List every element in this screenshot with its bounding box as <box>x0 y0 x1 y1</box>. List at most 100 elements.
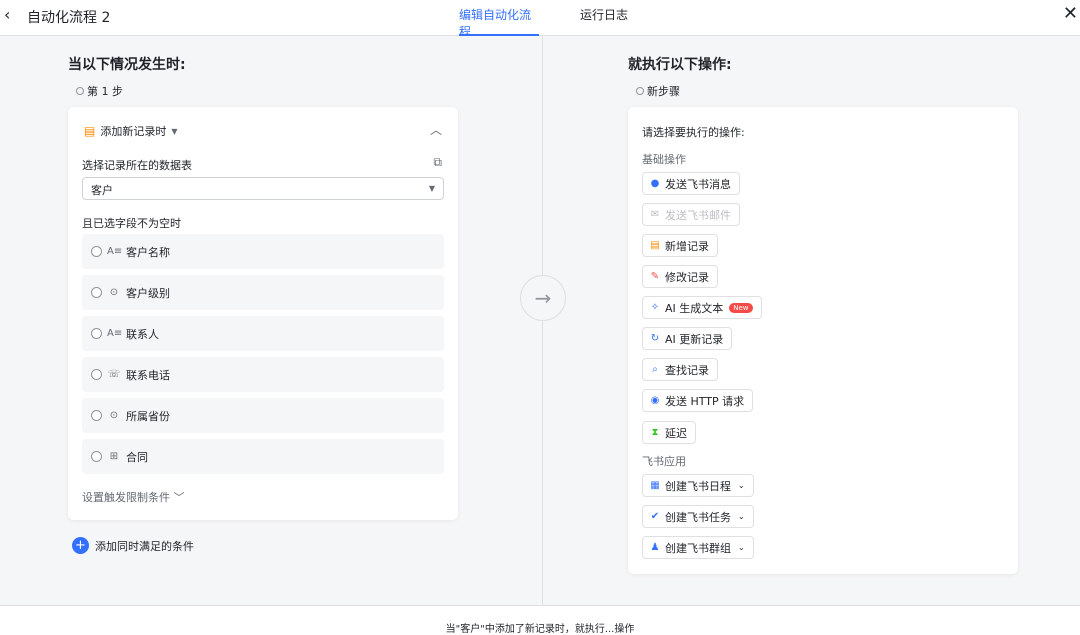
calendar-icon: ▦ <box>650 480 660 491</box>
op-label: 延迟 <box>665 426 687 440</box>
action-section-title: 就执行以下操作: <box>628 57 732 73</box>
op-add-record[interactable]: ▤ 新增记录 <box>642 234 718 257</box>
field-option[interactable]: A≡ 联系人 <box>82 316 444 351</box>
mail-icon: ✉ <box>650 209 660 220</box>
field-name: 合同 <box>126 450 148 464</box>
trigger-limit-toggle[interactable]: 设置触发限制条件 ﹀ <box>82 489 185 505</box>
caret-down-icon: ▼ <box>428 184 435 193</box>
op-label: 发送飞书邮件 <box>665 208 731 222</box>
back-icon[interactable]: ‹ <box>4 5 10 24</box>
op-send-feishu-message[interactable]: ● 发送飞书消息 <box>642 172 740 195</box>
search-icon: ⌕ <box>652 364 658 375</box>
radio-button[interactable] <box>91 369 102 380</box>
op-label: AI 生成文本 <box>665 301 724 315</box>
action-card: 请选择要执行的操作: 基础操作 ● 发送飞书消息 ✉ 发送飞书邮件 ▤ 新增记录… <box>628 107 1018 574</box>
op-label: 创建飞书任务 <box>665 510 731 524</box>
op-send-feishu-mail: ✉ 发送飞书邮件 <box>642 203 740 226</box>
table-select-value: 客户 <box>91 184 113 197</box>
op-edit-record[interactable]: ✎ 修改记录 <box>642 265 718 288</box>
trigger-section-title: 当以下情况发生时: <box>68 57 186 73</box>
field-name: 客户名称 <box>126 245 170 259</box>
chevron-down-icon: ﹀ <box>173 491 185 504</box>
radio-button[interactable] <box>91 410 102 421</box>
trigger-type-dropdown[interactable]: ▤ 添加新记录时 ▼ <box>84 123 178 139</box>
flow-summary-bar: 当"客户"中添加了新记录时，就执行...操作 <box>0 605 1080 635</box>
action-step-label: 新步骤 <box>636 83 680 99</box>
plus-icon: + <box>72 537 89 554</box>
message-icon: ● <box>650 178 660 189</box>
pencil-icon: ✎ <box>650 271 660 282</box>
globe-icon: ◉ <box>650 395 660 406</box>
trigger-step-label: 第 1 步 <box>76 83 123 99</box>
close-icon[interactable]: ✕ <box>1063 3 1078 24</box>
field-option[interactable]: ⊙ 客户级别 <box>82 275 444 310</box>
table-select[interactable]: 客户 ▼ <box>82 177 444 200</box>
op-label: 查找记录 <box>665 363 709 377</box>
field-option[interactable]: ☏ 联系电话 <box>82 357 444 392</box>
page-title: 自动化流程 2 <box>27 10 111 26</box>
field-name: 客户级别 <box>126 286 170 300</box>
radio-button[interactable] <box>91 328 102 339</box>
trigger-type-label: 添加新记录时 <box>100 125 167 138</box>
sparkle-icon: ✧ <box>650 302 660 313</box>
op-label: 创建飞书群组 <box>665 541 731 555</box>
fields-label: 且已选字段不为空时 <box>82 217 181 230</box>
radio-button[interactable] <box>91 451 102 462</box>
chevron-down-icon: ⌄ <box>738 481 745 490</box>
trigger-limit-label: 设置触发限制条件 <box>82 491 170 504</box>
check-icon: ✔ <box>650 511 660 522</box>
op-create-feishu-task[interactable]: ✔ 创建飞书任务 ⌄ <box>642 505 754 528</box>
trigger-card: ▤ 添加新记录时 ▼ ︿ 选择记录所在的数据表 ⧉ 客户 ▼ 且已选字段不为空时… <box>68 107 458 520</box>
arrow-right-icon: → <box>520 275 566 321</box>
tab-edit-flow[interactable]: 编辑自动化流程 <box>459 6 539 39</box>
new-badge: New <box>729 302 753 313</box>
op-ai-update-record[interactable]: ↻ AI 更新记录 <box>642 327 733 350</box>
field-name: 联系人 <box>126 327 159 341</box>
link-field-icon: ⊞ <box>109 451 119 462</box>
external-link-icon[interactable]: ⧉ <box>433 155 442 170</box>
chevron-down-icon: ⌄ <box>738 512 745 521</box>
op-label: AI 更新记录 <box>665 332 724 346</box>
table-select-label: 选择记录所在的数据表 <box>82 159 192 172</box>
op-label: 修改记录 <box>665 270 709 284</box>
field-option[interactable]: ⊙ 所属省份 <box>82 398 444 433</box>
phone-icon: ☏ <box>107 369 121 380</box>
radio-button[interactable] <box>91 287 102 298</box>
op-ai-generate-text[interactable]: ✧ AI 生成文本 New <box>642 296 762 319</box>
top-bar: ‹ 自动化流程 2 编辑自动化流程 运行日志 ✕ <box>0 0 1080 39</box>
feishu-apps-group-label: 飞书应用 <box>642 455 686 468</box>
refresh-icon: ↻ <box>650 333 660 344</box>
op-label: 新增记录 <box>665 239 709 253</box>
single-select-icon: ⊙ <box>109 287 119 298</box>
group-icon: ♟ <box>650 542 660 553</box>
hourglass-icon: ⧗ <box>651 427 659 438</box>
caret-down-icon: ▼ <box>171 126 178 136</box>
add-condition-button[interactable]: + 添加同时满足的条件 <box>72 537 194 554</box>
single-select-icon: ⊙ <box>109 410 119 421</box>
field-option[interactable]: ⊞ 合同 <box>82 439 444 474</box>
op-delay[interactable]: ⧗ 延迟 <box>642 421 696 444</box>
basic-ops-group-label: 基础操作 <box>642 153 686 166</box>
op-send-http-request[interactable]: ◉ 发送 HTTP 请求 <box>642 389 754 412</box>
record-add-icon: ▤ <box>84 124 96 138</box>
op-create-feishu-group[interactable]: ♟ 创建飞书群组 ⌄ <box>642 536 754 559</box>
trigger-step-text: 第 1 步 <box>87 85 123 98</box>
field-name: 所属省份 <box>126 409 170 423</box>
op-label: 创建飞书日程 <box>665 479 731 493</box>
step-dot-icon <box>76 87 84 95</box>
field-name: 联系电话 <box>126 368 170 382</box>
op-label: 发送飞书消息 <box>665 177 731 191</box>
op-find-record[interactable]: ⌕ 查找记录 <box>642 358 718 381</box>
tab-run-log[interactable]: 运行日志 <box>580 6 628 36</box>
field-option[interactable]: A≡ 客户名称 <box>82 234 444 269</box>
chevron-up-icon[interactable]: ︿ <box>430 121 442 138</box>
text-field-icon: A≡ <box>107 246 123 257</box>
radio-button[interactable] <box>91 246 102 257</box>
flow-summary-text: 当"客户"中添加了新记录时，就执行...操作 <box>445 624 635 635</box>
action-prompt: 请选择要执行的操作: <box>642 126 745 139</box>
action-step-text: 新步骤 <box>647 85 680 98</box>
text-field-icon: A≡ <box>107 328 123 339</box>
chevron-down-icon: ⌄ <box>738 543 745 552</box>
op-create-feishu-calendar[interactable]: ▦ 创建飞书日程 ⌄ <box>642 474 754 497</box>
step-dot-icon <box>636 87 644 95</box>
